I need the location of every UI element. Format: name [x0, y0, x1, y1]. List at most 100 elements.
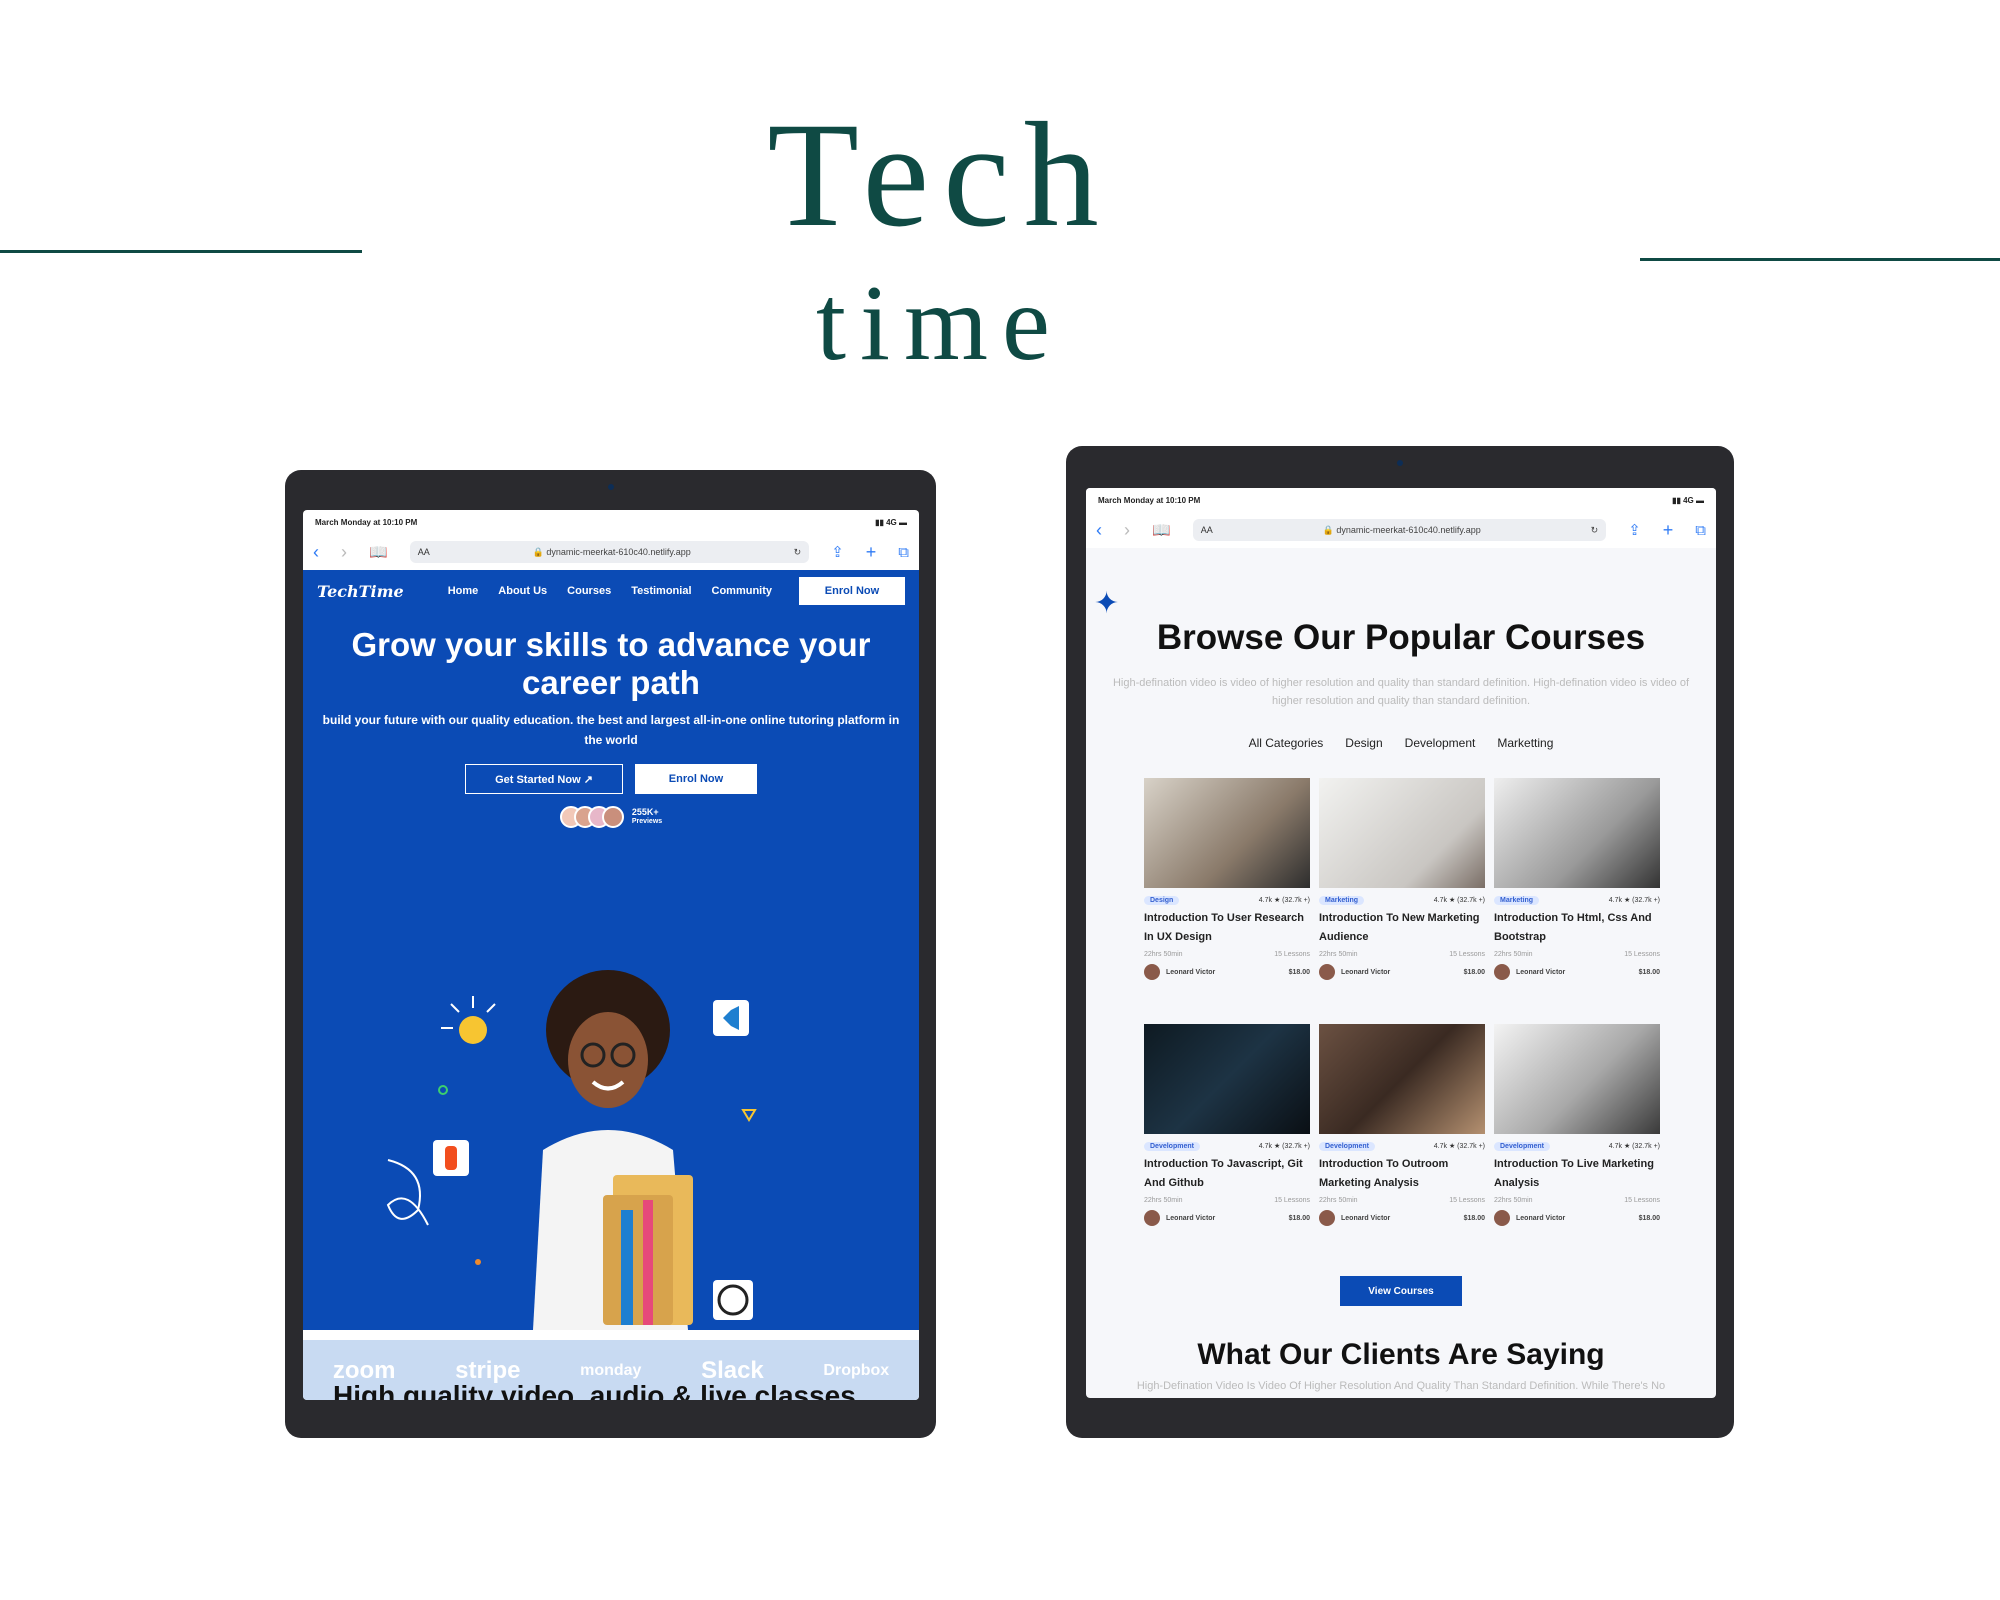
course-lessons: 15 Lessons: [1624, 951, 1660, 958]
status-time: March Monday at 10:10 PM: [315, 517, 418, 527]
course-thumbnail: [1319, 1024, 1485, 1134]
partner-dropbox: Dropbox: [823, 1362, 890, 1379]
tab-development[interactable]: Development: [1405, 736, 1476, 750]
course-title[interactable]: Introduction To New Marketing Audience: [1319, 909, 1485, 947]
course-thumbnail: [1494, 778, 1660, 888]
site-logo[interactable]: TechTime: [317, 582, 404, 601]
avatar: [1494, 1210, 1510, 1226]
reader-aa[interactable]: AA: [1201, 525, 1213, 535]
tab-all-categories[interactable]: All Categories: [1249, 736, 1324, 750]
category-tabs: All Categories Design Development Market…: [1086, 736, 1716, 750]
course-title[interactable]: Introduction To Html, Css And Bootstrap: [1494, 909, 1660, 947]
url-text: 🔒 dynamic-meerkat-610c40.netlify.app: [532, 546, 691, 557]
course-rating: 4.7k ★ (32.7k +): [1258, 1143, 1310, 1150]
previews-label: Previews: [631, 818, 663, 825]
course-card[interactable]: Development 4.7k ★ (32.7k +) Introduction…: [1319, 1024, 1485, 1226]
course-title[interactable]: Introduction To Live Marketing Analysis: [1494, 1155, 1660, 1193]
browser-toolbar: ‹ › 📖 AA 🔒 dynamic-meerkat-610c40.netlif…: [1086, 512, 1716, 548]
course-lessons: 15 Lessons: [1274, 951, 1310, 958]
course-price: $18.00: [1288, 1214, 1310, 1222]
sparkle-icon: ✦: [1094, 587, 1120, 620]
course-rating: 4.7k ★ (32.7k +): [1433, 1143, 1485, 1150]
nav-enrol-button[interactable]: Enrol Now: [799, 577, 905, 605]
course-thumbnail: [1494, 1024, 1660, 1134]
url-bar[interactable]: AA 🔒 dynamic-meerkat-610c40.netlify.app …: [1192, 519, 1607, 541]
course-duration: 22hrs 50min: [1319, 1197, 1358, 1204]
hero-subtitle: build your future with our quality educa…: [322, 713, 900, 747]
testimonial-subtitle: High-Defination Video Is Video Of Higher…: [1136, 1380, 1666, 1392]
new-tab-icon[interactable]: +: [1663, 520, 1674, 541]
course-author: Leonard Victor: [1341, 968, 1391, 976]
back-icon[interactable]: ‹: [1096, 520, 1102, 541]
tabs-icon[interactable]: ⧉: [1695, 522, 1706, 539]
nav-courses[interactable]: Courses: [567, 585, 611, 597]
bookmarks-icon[interactable]: 📖: [369, 543, 388, 561]
status-time: March Monday at 10:10 PM: [1098, 495, 1201, 505]
new-tab-icon[interactable]: +: [866, 542, 877, 563]
course-rating: 4.7k ★ (32.7k +): [1608, 1143, 1660, 1150]
course-lessons: 15 Lessons: [1624, 1197, 1660, 1204]
hero-buttons: Get Started Now ↗ Enrol Now: [303, 764, 919, 794]
url-bar[interactable]: AA 🔒 dynamic-meerkat-610c40.netlify.app …: [409, 541, 810, 563]
avatar: [1144, 964, 1160, 980]
courses-subtitle: High-defination video is video of higher…: [1112, 677, 1690, 707]
course-thumbnail: [1144, 1024, 1310, 1134]
avatar-group: [559, 806, 624, 828]
avatar: [1319, 964, 1335, 980]
reload-icon[interactable]: ↻: [794, 547, 802, 558]
course-card[interactable]: Marketing 4.7k ★ (32.7k +) Introduction T…: [1319, 778, 1485, 980]
course-card[interactable]: Design 4.7k ★ (32.7k +) Introduction To U…: [1144, 778, 1310, 980]
nav-testimonial[interactable]: Testimonial: [631, 585, 691, 597]
reader-aa[interactable]: AA: [418, 547, 430, 557]
nav-about[interactable]: About Us: [498, 585, 547, 597]
course-card[interactable]: Marketing 4.7k ★ (32.7k +) Introduction T…: [1494, 778, 1660, 980]
reload-icon[interactable]: ↻: [1591, 525, 1599, 536]
course-author: Leonard Victor: [1516, 968, 1566, 976]
courses-heading: Browse Our Popular Courses: [1156, 618, 1646, 657]
course-lessons: 15 Lessons: [1449, 951, 1485, 958]
course-title[interactable]: Introduction To User Research In UX Desi…: [1144, 909, 1310, 947]
hero-title: Grow your skills to advance your career …: [351, 626, 871, 701]
course-title[interactable]: Introduction To Javascript, Git And Gith…: [1144, 1155, 1310, 1193]
nav-community[interactable]: Community: [712, 585, 773, 597]
forward-icon[interactable]: ›: [341, 542, 347, 563]
avatar: [1494, 964, 1510, 980]
course-card[interactable]: Development 4.7k ★ (32.7k +) Introduction…: [1494, 1024, 1660, 1226]
share-icon[interactable]: ⇪: [831, 543, 844, 561]
tablet-left-screen: March Monday at 10:10 PM ▮▮ 4G ▬ ‹ › 📖 A…: [303, 510, 919, 1400]
bookmarks-icon[interactable]: 📖: [1152, 521, 1171, 539]
tab-marketting[interactable]: Marketting: [1497, 736, 1553, 750]
status-bar: March Monday at 10:10 PM ▮▮ 4G ▬: [1086, 488, 1716, 512]
nav-home[interactable]: Home: [448, 585, 479, 597]
tab-design[interactable]: Design: [1345, 736, 1382, 750]
course-author: Leonard Victor: [1516, 1214, 1566, 1222]
course-thumbnail: [1319, 778, 1485, 888]
course-card[interactable]: Development 4.7k ★ (32.7k +) Introduction…: [1144, 1024, 1310, 1226]
get-started-button[interactable]: Get Started Now ↗: [465, 764, 623, 794]
course-price: $18.00: [1463, 1214, 1485, 1222]
course-tag: Development: [1144, 1142, 1200, 1151]
hero-student-illustration: [386, 970, 757, 1330]
course-rating: 4.7k ★ (32.7k +): [1258, 897, 1310, 904]
avatar: [1144, 1210, 1160, 1226]
course-duration: 22hrs 50min: [1319, 951, 1358, 958]
enrol-now-button[interactable]: Enrol Now: [635, 764, 757, 794]
view-courses-button[interactable]: View Courses: [1340, 1276, 1462, 1306]
section-heading-video: High quality video, audio & live classes: [333, 1380, 856, 1400]
camera: [608, 484, 614, 490]
forward-icon[interactable]: ›: [1124, 520, 1130, 541]
poster-title-line1: Tech: [767, 92, 1113, 258]
course-thumbnail: [1144, 778, 1310, 888]
title-rule-left: [0, 250, 362, 253]
course-duration: 22hrs 50min: [1494, 951, 1533, 958]
course-title[interactable]: Introduction To Outroom Marketing Analys…: [1319, 1155, 1485, 1193]
tabs-icon[interactable]: ⧉: [898, 544, 909, 561]
share-icon[interactable]: ⇪: [1628, 521, 1641, 539]
course-tag: Development: [1319, 1142, 1375, 1151]
testimonial-heading: What Our Clients Are Saying: [1197, 1338, 1605, 1371]
course-price: $18.00: [1638, 1214, 1660, 1222]
status-signal: ▮▮ 4G ▬: [1672, 495, 1704, 505]
camera: [1397, 460, 1403, 466]
course-rating: 4.7k ★ (32.7k +): [1608, 897, 1660, 904]
back-icon[interactable]: ‹: [313, 542, 319, 563]
